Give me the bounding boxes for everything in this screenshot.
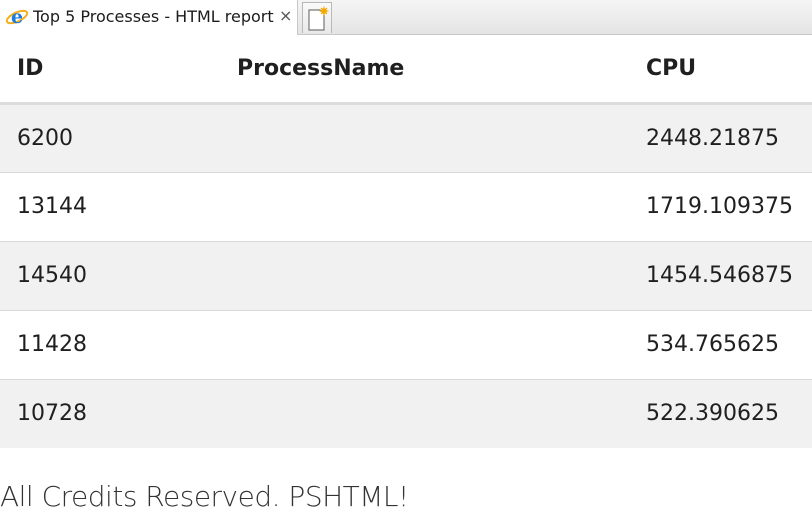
- close-icon[interactable]: ×: [279, 6, 292, 25]
- cell-cpu: 2448.21875: [646, 103, 812, 173]
- cell-id: 11428: [0, 310, 237, 380]
- table-row: 6200 2448.21875: [0, 103, 812, 173]
- cell-id: 13144: [0, 172, 237, 242]
- process-table: ID ProcessName CPU 6200 2448.21875 13144…: [0, 36, 812, 448]
- column-header-cpu: CPU: [646, 36, 812, 105]
- svg-text:e: e: [11, 6, 23, 28]
- cell-processname: [237, 310, 646, 380]
- cell-id: 10728: [0, 379, 237, 448]
- cell-processname: [237, 103, 646, 173]
- browser-tab-bar: e Top 5 Processes - HTML report ×: [0, 0, 812, 35]
- cell-cpu: 534.765625: [646, 310, 812, 380]
- table-row: 14540 1454.546875: [0, 241, 812, 311]
- cell-id: 6200: [0, 103, 237, 173]
- table-row: 13144 1719.109375: [0, 172, 812, 242]
- table-header-row: ID ProcessName CPU: [0, 36, 812, 105]
- new-tab-icon: [308, 6, 329, 31]
- cell-processname: [237, 172, 646, 242]
- new-tab-button[interactable]: [302, 2, 332, 33]
- cell-processname: [237, 379, 646, 448]
- cell-processname: [237, 241, 646, 311]
- table-row: 10728 522.390625: [0, 379, 812, 448]
- cell-cpu: 1719.109375: [646, 172, 812, 242]
- column-header-processname: ProcessName: [237, 36, 646, 105]
- cell-id: 14540: [0, 241, 237, 311]
- column-header-id: ID: [0, 36, 237, 105]
- cell-cpu: 522.390625: [646, 379, 812, 448]
- tab-title: Top 5 Processes - HTML report: [33, 7, 274, 26]
- table-row: 11428 534.765625: [0, 310, 812, 380]
- footer-credits: All Credits Reserved. PSHTML!: [0, 480, 409, 513]
- cell-cpu: 1454.546875: [646, 241, 812, 311]
- browser-tab[interactable]: e Top 5 Processes - HTML report ×: [0, 0, 298, 35]
- internet-explorer-icon: e: [5, 6, 29, 28]
